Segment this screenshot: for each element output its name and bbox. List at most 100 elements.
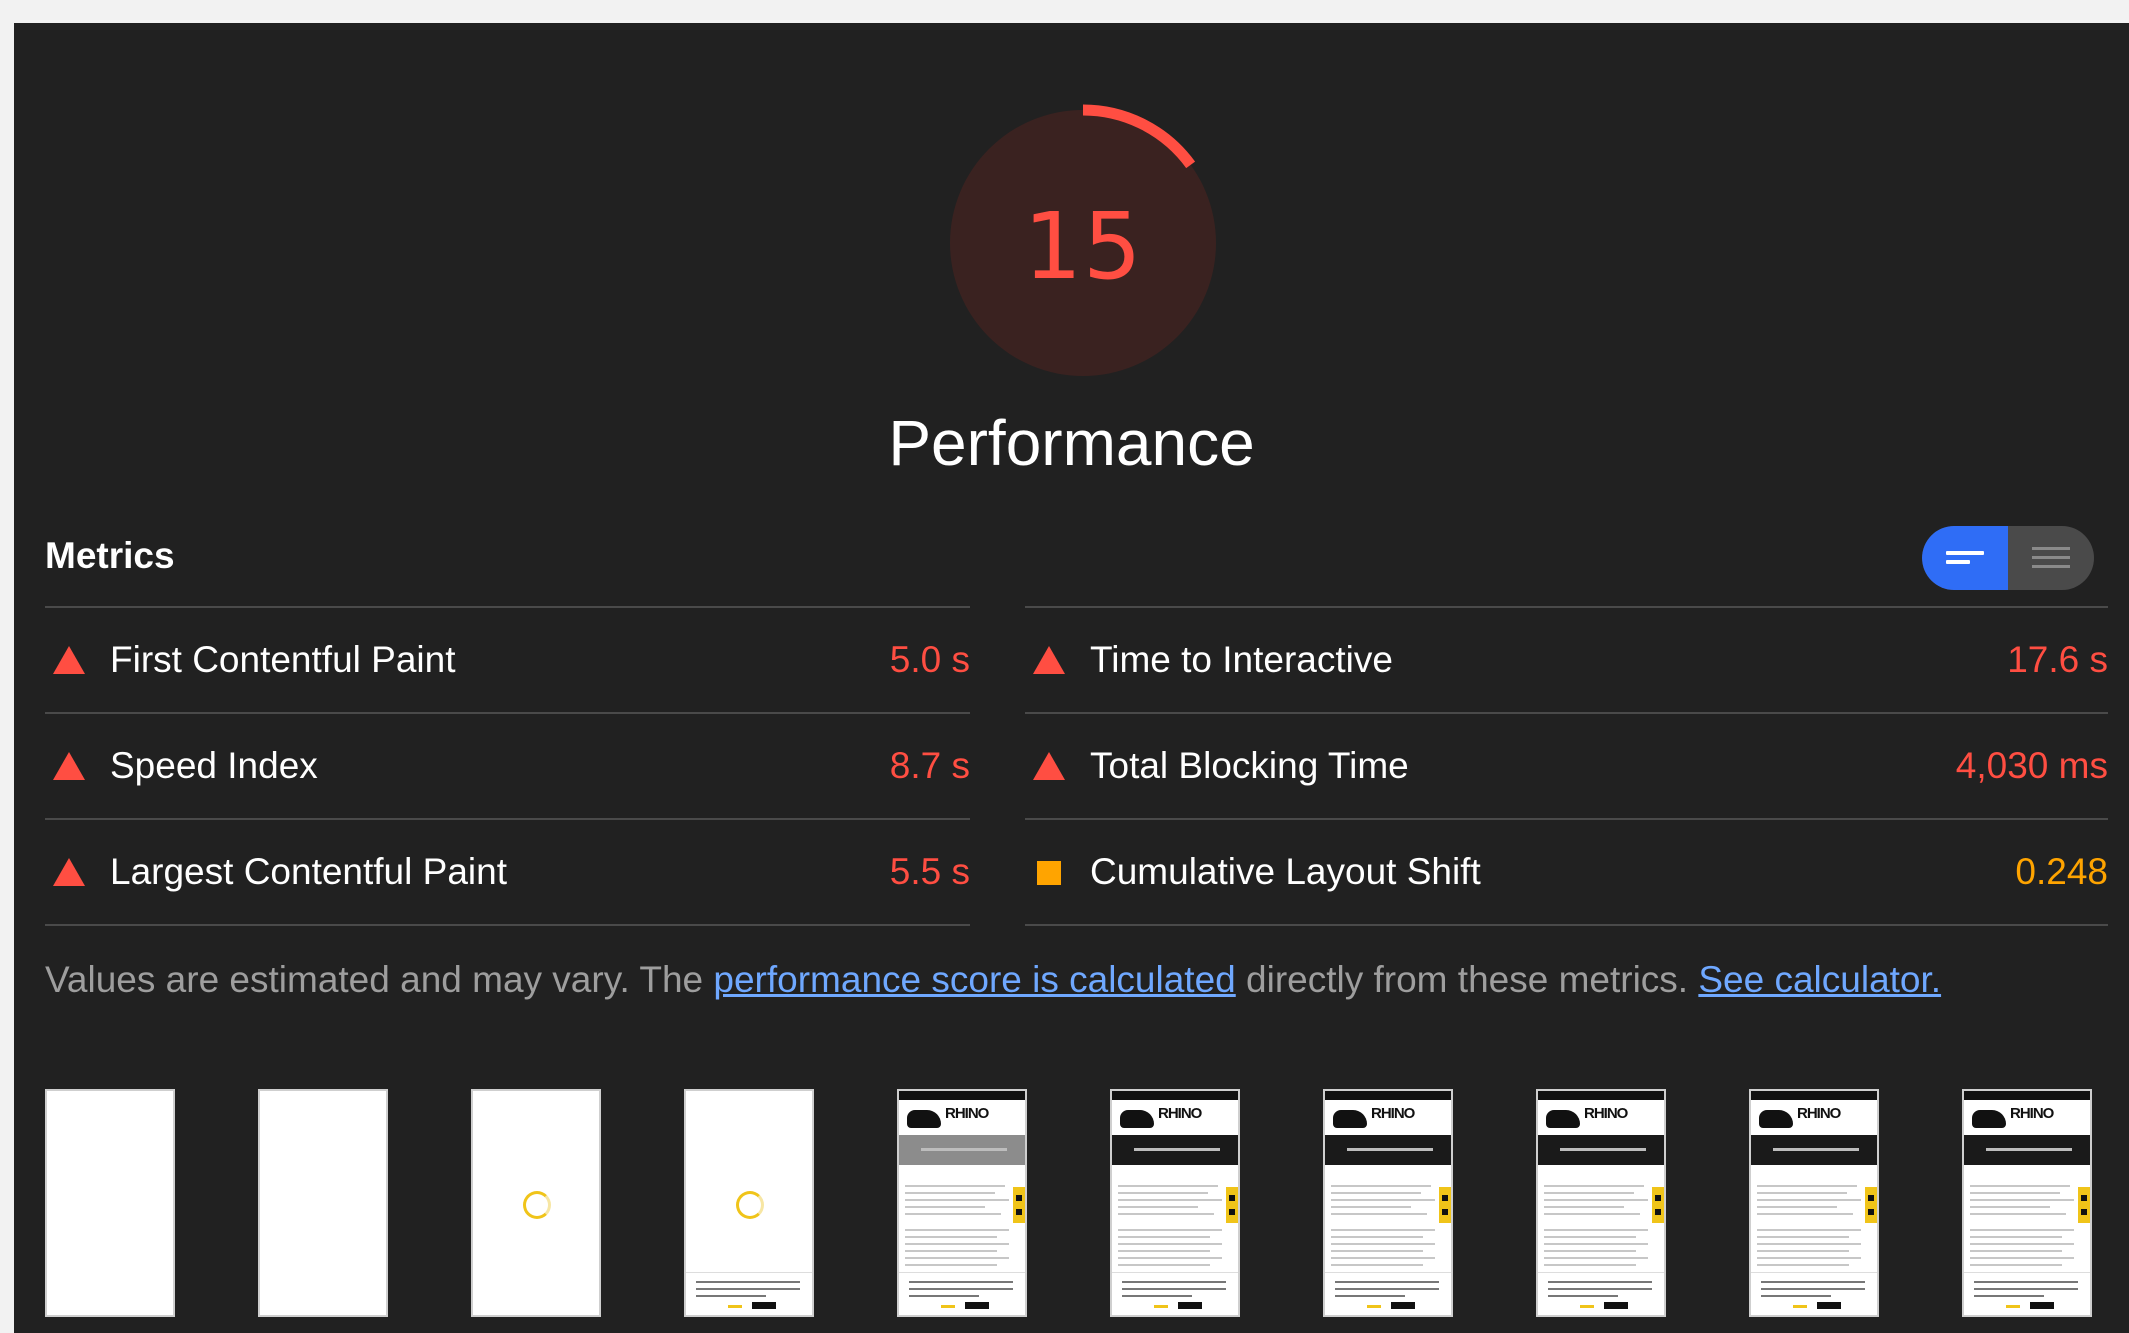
thumb-side-widget [1652, 1187, 1664, 1223]
rhino-logo-icon [1759, 1110, 1793, 1128]
thumb-text-line [905, 1243, 1009, 1245]
filmstrip-frame: RHINO [1536, 1089, 1666, 1317]
thumb-text-line [1544, 1257, 1648, 1259]
thumb-text-line [1118, 1199, 1222, 1201]
metric-value: 5.5 s [889, 851, 970, 892]
loading-spinner-icon [523, 1191, 551, 1219]
thumb-text-line [1331, 1213, 1427, 1215]
thumb-topbar [1112, 1091, 1238, 1100]
filmstrip-frame [684, 1089, 814, 1317]
thumb-side-dot [1442, 1195, 1448, 1201]
metrics-heading: Metrics [45, 535, 175, 576]
metric-label: Largest Contentful Paint [110, 851, 507, 892]
thumb-text-line [1331, 1236, 1423, 1238]
metric-value: 4,030 ms [1955, 745, 2108, 786]
thumb-topbar [1964, 1091, 2090, 1100]
fail-triangle-icon [1033, 646, 1065, 674]
thumb-text-line [1331, 1199, 1435, 1201]
thumb-side-widget [1226, 1187, 1238, 1223]
fail-triangle-icon [53, 752, 85, 780]
thumb-logo-text: RHINO [945, 1105, 989, 1122]
metrics-view-toggle[interactable] [1922, 526, 2094, 590]
thumb-text-line [1118, 1192, 1208, 1194]
thumb-text-line [1331, 1243, 1435, 1245]
thumb-logo-text: RHINO [1797, 1105, 1841, 1122]
thumb-side-dot [1229, 1209, 1235, 1215]
metric-label: Total Blocking Time [1090, 745, 1409, 786]
thumb-text-line [1544, 1243, 1648, 1245]
thumb-text-line [1544, 1264, 1636, 1266]
thumb-text-line [1118, 1229, 1222, 1231]
thumb-side-dot [2081, 1195, 2087, 1201]
thumb-side-widget [1439, 1187, 1451, 1223]
thumb-logo-text: RHINO [1371, 1105, 1415, 1122]
score-calculation-link[interactable]: performance score is calculated [713, 959, 1235, 1000]
thumb-text-line [905, 1257, 1009, 1259]
filmstrip-frame: RHINO [897, 1089, 1027, 1317]
thumb-text-line [905, 1250, 997, 1252]
thumb-topbar [1325, 1091, 1451, 1100]
thumb-hero [1112, 1135, 1238, 1165]
thumb-text-line [1118, 1250, 1210, 1252]
thumb-text-line [1544, 1213, 1640, 1215]
thumb-text-line [1544, 1236, 1636, 1238]
thumb-topbar [899, 1091, 1025, 1100]
rhino-logo-icon [1333, 1110, 1367, 1128]
thumb-text-line [905, 1206, 985, 1208]
thumb-text-line [1757, 1257, 1861, 1259]
thumb-text-line [1757, 1250, 1849, 1252]
thumb-side-dot [1655, 1195, 1661, 1201]
thumb-side-widget [2078, 1187, 2090, 1223]
performance-panel: 15 Performance Metrics First Contentful … [14, 23, 2129, 1333]
thumb-text-line [1544, 1185, 1644, 1187]
thumb-cookie-banner [1112, 1272, 1238, 1315]
filmstrip-frame [471, 1089, 601, 1317]
see-calculator-link[interactable]: See calculator. [1698, 959, 1941, 1000]
gauge-score: 15 [1023, 192, 1143, 300]
metrics-disclaimer: Values are estimated and may vary. The p… [45, 958, 1941, 1002]
list-icon [2032, 547, 2070, 568]
filmstrip: RHINO RHINO RHINO RHINO RHINO RHINO [45, 1089, 2115, 1319]
thumb-cookie-banner [1325, 1272, 1451, 1315]
thumb-text-line [1757, 1206, 1837, 1208]
thumb-text-line [1331, 1250, 1423, 1252]
rhino-logo-icon [1546, 1110, 1580, 1128]
thumb-text-line [1544, 1206, 1624, 1208]
metric-row: First Contentful Paint 5.0 s [45, 606, 970, 712]
thumb-text-line [905, 1264, 997, 1266]
fail-triangle-icon [53, 646, 85, 674]
thumb-text-line [1331, 1192, 1421, 1194]
thumb-cookie-banner [1538, 1272, 1664, 1315]
filmstrip-frame: RHINO [1749, 1089, 1879, 1317]
rhino-logo-icon [907, 1110, 941, 1128]
thumb-logo-text: RHINO [1158, 1105, 1202, 1122]
thumb-text-line [905, 1185, 1005, 1187]
toggle-summary-view[interactable] [1922, 526, 2008, 590]
thumb-text-line [1757, 1243, 1861, 1245]
thumb-text-line [1970, 1257, 2074, 1259]
thumb-text-line [1970, 1213, 2066, 1215]
thumb-text-line [1970, 1264, 2062, 1266]
thumb-cookie-banner [1751, 1272, 1877, 1315]
thumb-cookie-banner [686, 1272, 812, 1315]
thumb-text-line [1118, 1236, 1210, 1238]
performance-gauge: 15 [937, 97, 1229, 389]
filmstrip-frame [45, 1089, 175, 1317]
thumb-text-line [1970, 1199, 2074, 1201]
thumb-side-dot [1868, 1195, 1874, 1201]
thumb-logo-text: RHINO [2010, 1105, 2054, 1122]
fail-triangle-icon [1033, 752, 1065, 780]
thumb-logo-text: RHINO [1584, 1105, 1628, 1122]
metric-row: Total Blocking Time 4,030 ms [1025, 712, 2108, 818]
thumb-hero [1325, 1135, 1451, 1165]
category-title: Performance [888, 407, 1255, 479]
rhino-logo-icon [1972, 1110, 2006, 1128]
thumb-text-line [905, 1236, 997, 1238]
toggle-expanded-view[interactable] [2008, 526, 2094, 590]
thumb-text-line [1757, 1192, 1847, 1194]
thumb-text-line [1757, 1236, 1849, 1238]
thumb-hero [1964, 1135, 2090, 1165]
thumb-side-dot [1655, 1209, 1661, 1215]
thumb-text-line [1970, 1192, 2060, 1194]
filmstrip-frame: RHINO [1962, 1089, 2092, 1317]
